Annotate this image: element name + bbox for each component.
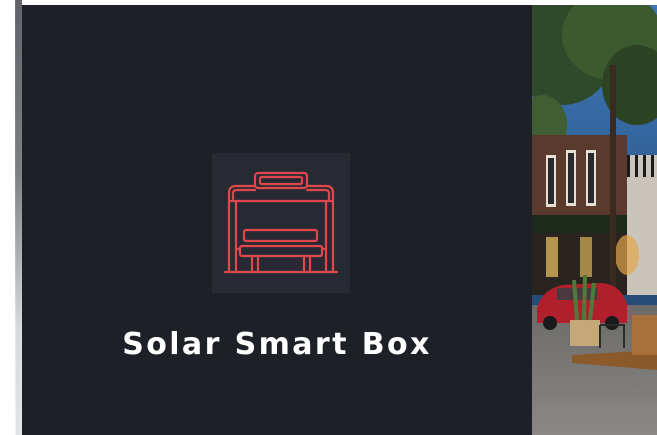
left-edge-strip bbox=[0, 0, 22, 435]
bus-shelter-bench-icon bbox=[223, 171, 339, 274]
icon-tile bbox=[212, 153, 350, 293]
street-scene-photo bbox=[532, 5, 657, 435]
solar-smart-box-card[interactable]: Solar Smart Box bbox=[22, 5, 532, 435]
card-title: Solar Smart Box bbox=[122, 327, 432, 362]
